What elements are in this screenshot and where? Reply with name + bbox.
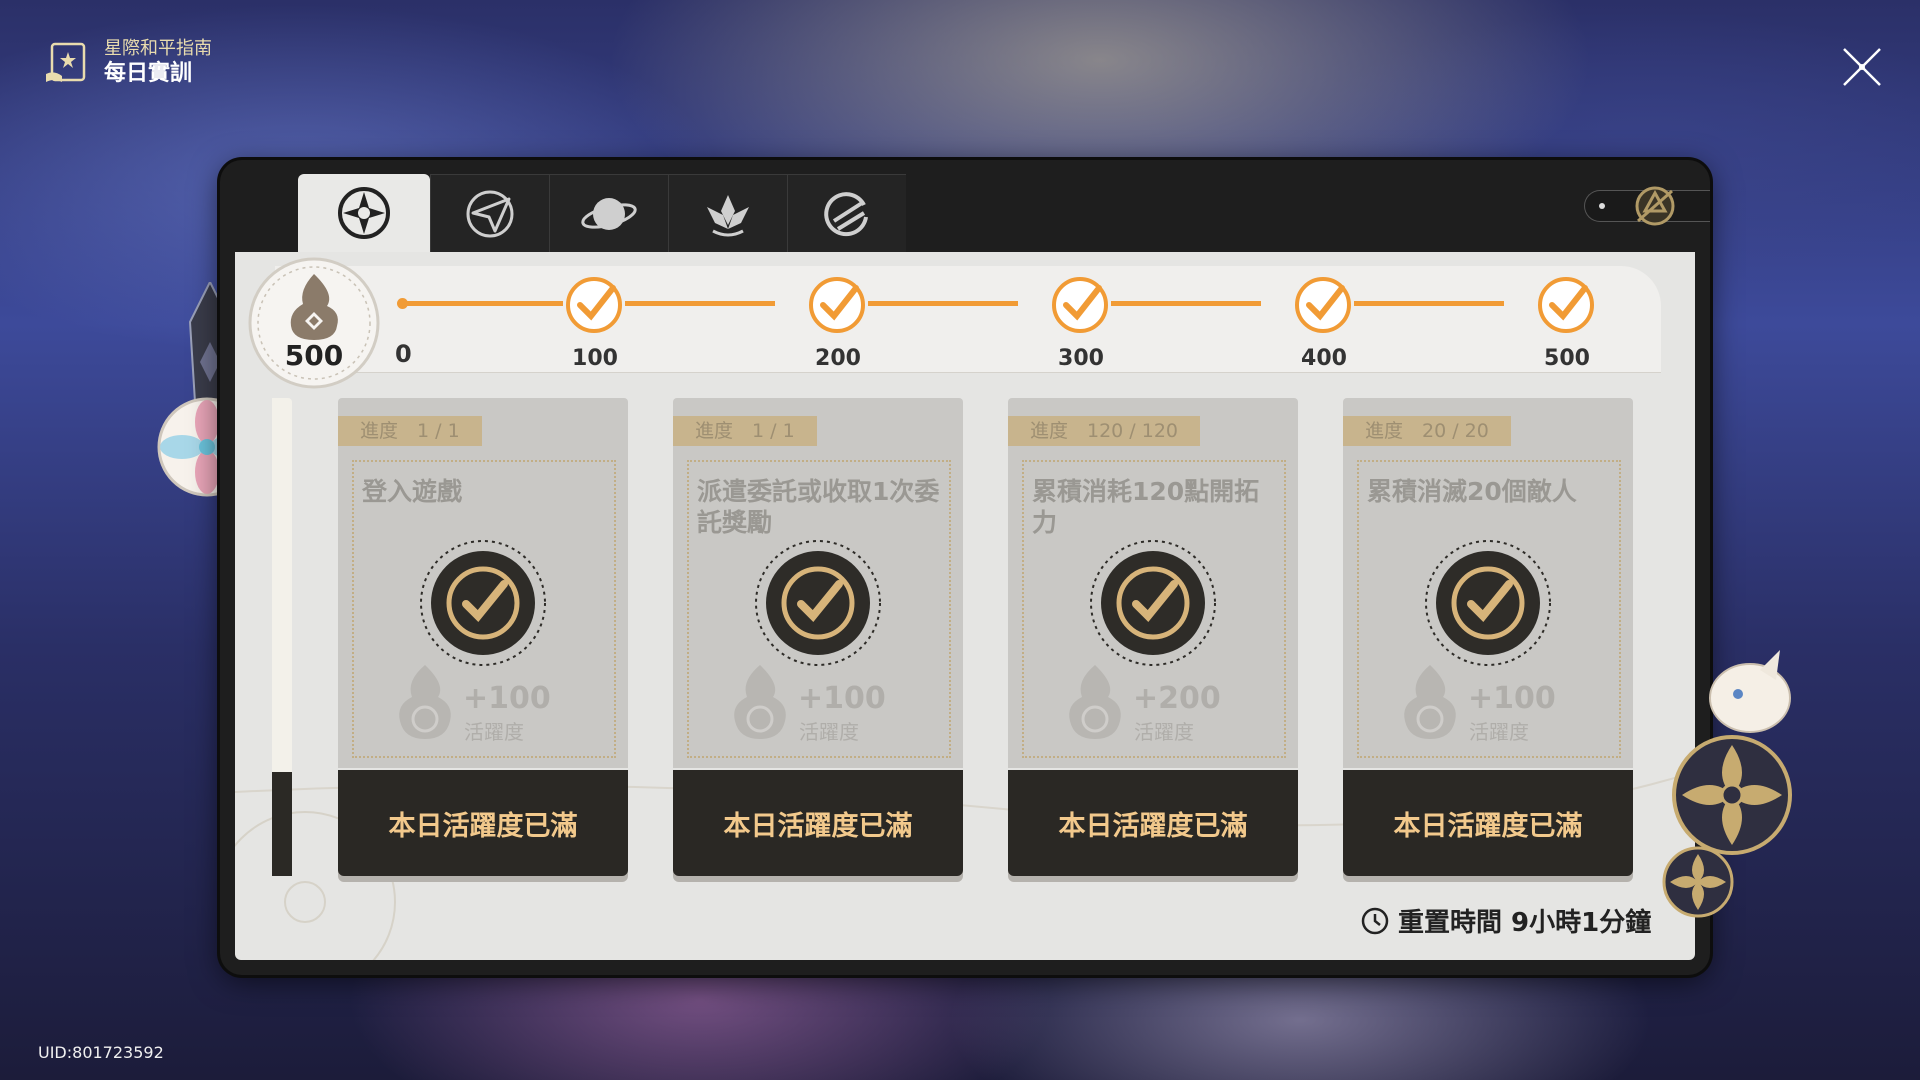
tab-cycle[interactable] [787, 174, 906, 253]
task-reward-amount: +100 [798, 681, 886, 716]
badge-dot [1599, 203, 1605, 209]
emblem-icon [1635, 186, 1675, 226]
task-reward-unit: 活躍度 [1469, 720, 1529, 744]
task-card[interactable]: 進度 20 / 20 累積消滅20個敵人 +100 活躍度 本日活躍度已滿 [1343, 398, 1633, 876]
guide-book-icon [46, 42, 86, 82]
header: 星際和平指南 每日實訓 [42, 38, 212, 88]
completed-check-icon [420, 540, 546, 666]
task-title: 派遣委託或收取1次委託獎勵 [697, 477, 940, 537]
event-badge[interactable] [1584, 186, 1710, 226]
planet-icon [581, 198, 637, 230]
task-progress: 進度 1 / 1 [673, 416, 817, 446]
activity-flame-icon [734, 665, 786, 739]
task-card[interactable]: 進度 1 / 1 登入遊戲 +100 活躍度 本日活躍度已滿 [338, 398, 628, 876]
task-reward-unit: 活躍度 [799, 720, 859, 744]
check-icon [566, 277, 622, 333]
task-title: 累積消滅20個敵人 [1367, 477, 1577, 506]
tab-paper-plane[interactable] [430, 174, 549, 253]
completed-check-icon [755, 540, 881, 666]
task-title: 登入遊戲 [362, 477, 463, 506]
task-progress: 進度 1 / 1 [338, 416, 482, 446]
task-reward-unit: 活躍度 [1134, 720, 1194, 744]
task-status-button[interactable]: 本日活躍度已滿 [673, 770, 963, 876]
content-area: 500 0 100 200 300 400 500 進度 1 / 1 登入遊戲 … [235, 252, 1695, 960]
activity-start-label: 0 [395, 340, 412, 368]
completed-check-icon [1090, 540, 1216, 666]
check-icon [1538, 277, 1594, 333]
paper-plane-icon [466, 190, 514, 238]
task-progress: 進度 120 / 120 [1008, 416, 1201, 446]
header-subtitle: 星際和平指南 [104, 38, 212, 59]
tab-daily-training[interactable] [298, 174, 430, 252]
activity-flame-icon [1069, 665, 1121, 739]
task-card-body: 進度 1 / 1 派遣委託或收取1次委託獎勵 +100 活躍度 [673, 398, 963, 768]
task-reward-amount: +100 [463, 681, 551, 716]
user-id: UID:801723592 [38, 1043, 164, 1062]
task-card[interactable]: 進度 1 / 1 派遣委託或收取1次委託獎勵 +100 活躍度 本日活躍度已滿 [673, 398, 963, 876]
close-icon[interactable] [1840, 45, 1884, 89]
task-title: 累積消耗120點開拓力 [1032, 477, 1260, 537]
activity-flame-icon [399, 665, 451, 739]
task-card[interactable]: 進度 120 / 120 累積消耗120點開拓力 +200 活躍度 本日活躍度已… [1008, 398, 1298, 876]
daily-training-panel: 500 0 100 200 300 400 500 進度 1 / 1 登入遊戲 … [220, 160, 1710, 975]
task-reward-unit: 活躍度 [464, 720, 524, 744]
milestone-label: 400 [1301, 346, 1347, 371]
track-segment [625, 301, 775, 306]
milestone-label: 500 [1544, 346, 1590, 371]
check-icon [1052, 277, 1108, 333]
activity-progress-track: 500 0 100 200 300 400 500 [248, 257, 1661, 389]
milestone-label: 200 [815, 346, 861, 371]
right-ornament-icon [1662, 650, 1792, 918]
tab-bar [298, 174, 906, 254]
track-segment [868, 301, 1018, 306]
reset-text: 重置時間 9小時1分鐘 [1398, 908, 1652, 938]
task-status-button[interactable]: 本日活躍度已滿 [1343, 770, 1633, 876]
task-card-body: 進度 120 / 120 累積消耗120點開拓力 +200 活躍度 [1008, 398, 1298, 768]
cycle-icon [824, 192, 868, 237]
completed-check-icon [1425, 540, 1551, 666]
task-status-button[interactable]: 本日活躍度已滿 [1008, 770, 1298, 876]
task-progress: 進度 20 / 20 [1343, 416, 1511, 446]
tab-lotus[interactable] [668, 174, 787, 253]
task-reward-amount: +100 [1468, 681, 1556, 716]
track-segment [1111, 301, 1261, 306]
task-reward-amount: +200 [1133, 681, 1221, 716]
header-title: 每日實訓 [104, 61, 193, 86]
milestone-label: 100 [572, 346, 618, 371]
check-icon [1295, 277, 1351, 333]
task-card-body: 進度 1 / 1 登入遊戲 +100 活躍度 [338, 398, 628, 768]
check-icon [809, 277, 865, 333]
tab-planet[interactable] [549, 174, 668, 253]
track-segment [403, 301, 563, 306]
clock-icon [1361, 907, 1389, 934]
activity-flame-icon [1404, 665, 1456, 739]
daily-training-icon [338, 187, 390, 239]
lotus-icon [707, 195, 749, 237]
task-card-body: 進度 20 / 20 累積消滅20個敵人 +100 活躍度 [1343, 398, 1633, 768]
activity-current-value: 500 [284, 339, 344, 372]
task-status-button[interactable]: 本日活躍度已滿 [338, 770, 628, 876]
previous-card-stub-button [272, 772, 292, 876]
milestone-label: 300 [1058, 346, 1104, 371]
track-segment [1354, 301, 1504, 306]
reset-timer: 重置時間 9小時1分鐘 [1360, 902, 1651, 939]
